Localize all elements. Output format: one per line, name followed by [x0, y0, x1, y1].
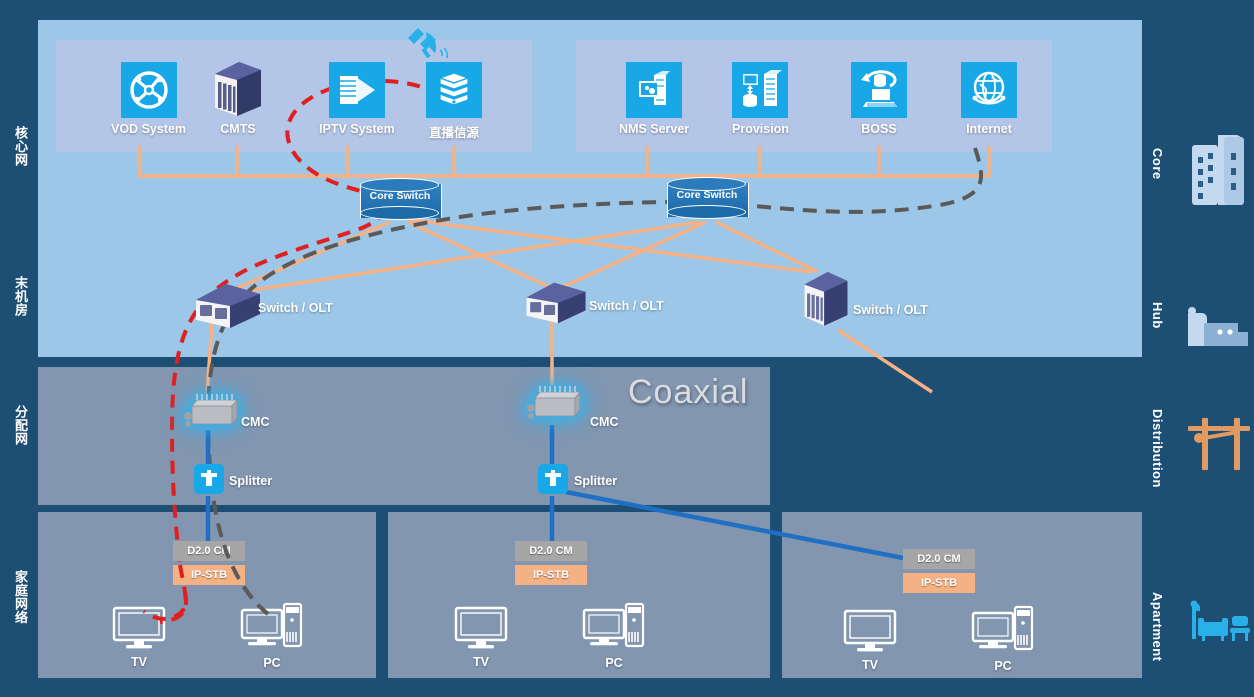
- tv-icon: [454, 606, 508, 649]
- server-rack-icon: [215, 62, 261, 116]
- switch-olt-icon[interactable]: [799, 263, 851, 333]
- pc-icon: [582, 602, 645, 648]
- living-room-furniture-icon: [1190, 600, 1250, 641]
- distribution-node-label-splitter-1: Splitter: [229, 474, 273, 488]
- coaxial-label: Coaxial: [628, 373, 749, 411]
- cmc-amplifier-icon[interactable]: [524, 384, 586, 426]
- boss-laptop-icon: [851, 62, 907, 118]
- device-pc-3[interactable]: PC: [971, 605, 1035, 673]
- core-node-label: CMTS: [220, 122, 256, 136]
- right-rail-label-core: Core: [1150, 148, 1165, 180]
- live-source-stack-icon: [426, 62, 482, 118]
- network-architecture-diagram: 核心网 末机房 分配网 家庭网络 Core Hub Distribution A…: [0, 0, 1254, 697]
- device-label: TV: [862, 658, 878, 672]
- device-label: PC: [263, 656, 281, 670]
- satellite-dish-icon: [408, 28, 449, 59]
- left-rail-label-home: 家庭网络: [13, 570, 28, 624]
- core-node-cmts[interactable]: CMTS: [209, 56, 267, 136]
- device-pc-1[interactable]: PC: [240, 602, 304, 670]
- cm-box-2[interactable]: D2.0 CM: [515, 541, 587, 561]
- cm-box-1[interactable]: D2.0 CM: [173, 541, 245, 561]
- core-node-nms-server[interactable]: NMS Server: [619, 62, 689, 136]
- cylinder-bottom: [667, 205, 746, 219]
- core-node-label: 直播信源: [428, 126, 479, 140]
- device-label: TV: [131, 655, 147, 669]
- office-building-icon: [1192, 135, 1244, 205]
- hub-node-label-3: Switch / OLT: [853, 303, 928, 317]
- core-node-boss[interactable]: BOSS: [851, 62, 907, 136]
- globe-network-icon: [120, 62, 177, 118]
- core-node-label: Internet: [966, 122, 1012, 136]
- utility-pole-icon: [1188, 418, 1250, 470]
- left-rail-label-hub: 末机房: [13, 276, 28, 317]
- core-node-label: VOD System: [111, 122, 187, 136]
- switch-olt-icon[interactable]: [192, 280, 264, 332]
- tv-icon: [843, 609, 897, 652]
- apartment-zone-panel-1: [38, 512, 376, 678]
- nms-server-icon: [626, 62, 683, 118]
- cm-box-3[interactable]: D2.0 CM: [903, 549, 975, 569]
- left-rail-label-distribution: 分配网: [13, 405, 28, 446]
- apartment-zone-panel-3: [782, 512, 1142, 678]
- switch-olt-icon[interactable]: [522, 279, 590, 327]
- device-tv-3[interactable]: TV: [842, 608, 898, 672]
- core-node-iptv-system[interactable]: IPTV System: [319, 62, 395, 136]
- core-node-provision[interactable]: Provision: [732, 62, 789, 136]
- core-node-internet[interactable]: Internet: [961, 62, 1017, 136]
- stb-box-2[interactable]: IP-STB: [515, 565, 587, 585]
- device-tv-1[interactable]: TV: [111, 605, 167, 669]
- core-node-label: NMS Server: [619, 122, 690, 136]
- device-label: PC: [605, 656, 623, 670]
- device-label: PC: [994, 659, 1012, 673]
- left-rail-label-core: 核心网: [13, 126, 28, 167]
- core-switch-2[interactable]: Core Switch: [667, 177, 749, 223]
- cylinder-bottom: [360, 206, 439, 220]
- pc-icon: [240, 602, 303, 648]
- right-rail-label-apartment: Apartment: [1150, 592, 1165, 662]
- core-node-label: Provision: [732, 122, 789, 136]
- core-node-label: IPTV System: [319, 122, 395, 136]
- core-switch-label: Core Switch: [676, 189, 738, 201]
- core-node-live-source[interactable]: 直播信源: [426, 62, 482, 141]
- core-node-label: BOSS: [861, 122, 897, 136]
- tv-icon: [112, 606, 166, 649]
- right-rail-label-hub: Hub: [1150, 302, 1165, 329]
- hub-building-icon: [1188, 307, 1248, 346]
- apartment-zone-panel-2: [388, 512, 770, 678]
- stb-box-3[interactable]: IP-STB: [903, 573, 975, 593]
- pc-icon: [971, 605, 1034, 651]
- device-tv-2[interactable]: TV: [453, 605, 509, 669]
- core-node-vod-system[interactable]: VOD System: [111, 62, 186, 136]
- cmc-amplifier-icon[interactable]: [181, 392, 243, 434]
- right-rail-label-distribution: Distribution: [1150, 409, 1165, 488]
- distribution-node-label-splitter-2: Splitter: [574, 474, 618, 488]
- device-label: TV: [473, 655, 489, 669]
- stb-box-1[interactable]: IP-STB: [173, 565, 245, 585]
- core-switch-label: Core Switch: [369, 190, 431, 202]
- device-pc-2[interactable]: PC: [582, 602, 646, 670]
- hub-node-label-1: Switch / OLT: [258, 301, 333, 315]
- provision-server-icon: [732, 62, 789, 118]
- splitter-icon[interactable]: [538, 464, 568, 494]
- core-switch-1[interactable]: Core Switch: [360, 178, 442, 224]
- internet-globe-icon: [961, 62, 1017, 118]
- distribution-node-label-cmc-1: CMC: [241, 415, 270, 429]
- distribution-node-label-cmc-2: CMC: [590, 415, 619, 429]
- splitter-icon[interactable]: [194, 464, 224, 494]
- hub-node-label-2: Switch / OLT: [589, 299, 664, 313]
- video-play-server-icon: [328, 62, 385, 118]
